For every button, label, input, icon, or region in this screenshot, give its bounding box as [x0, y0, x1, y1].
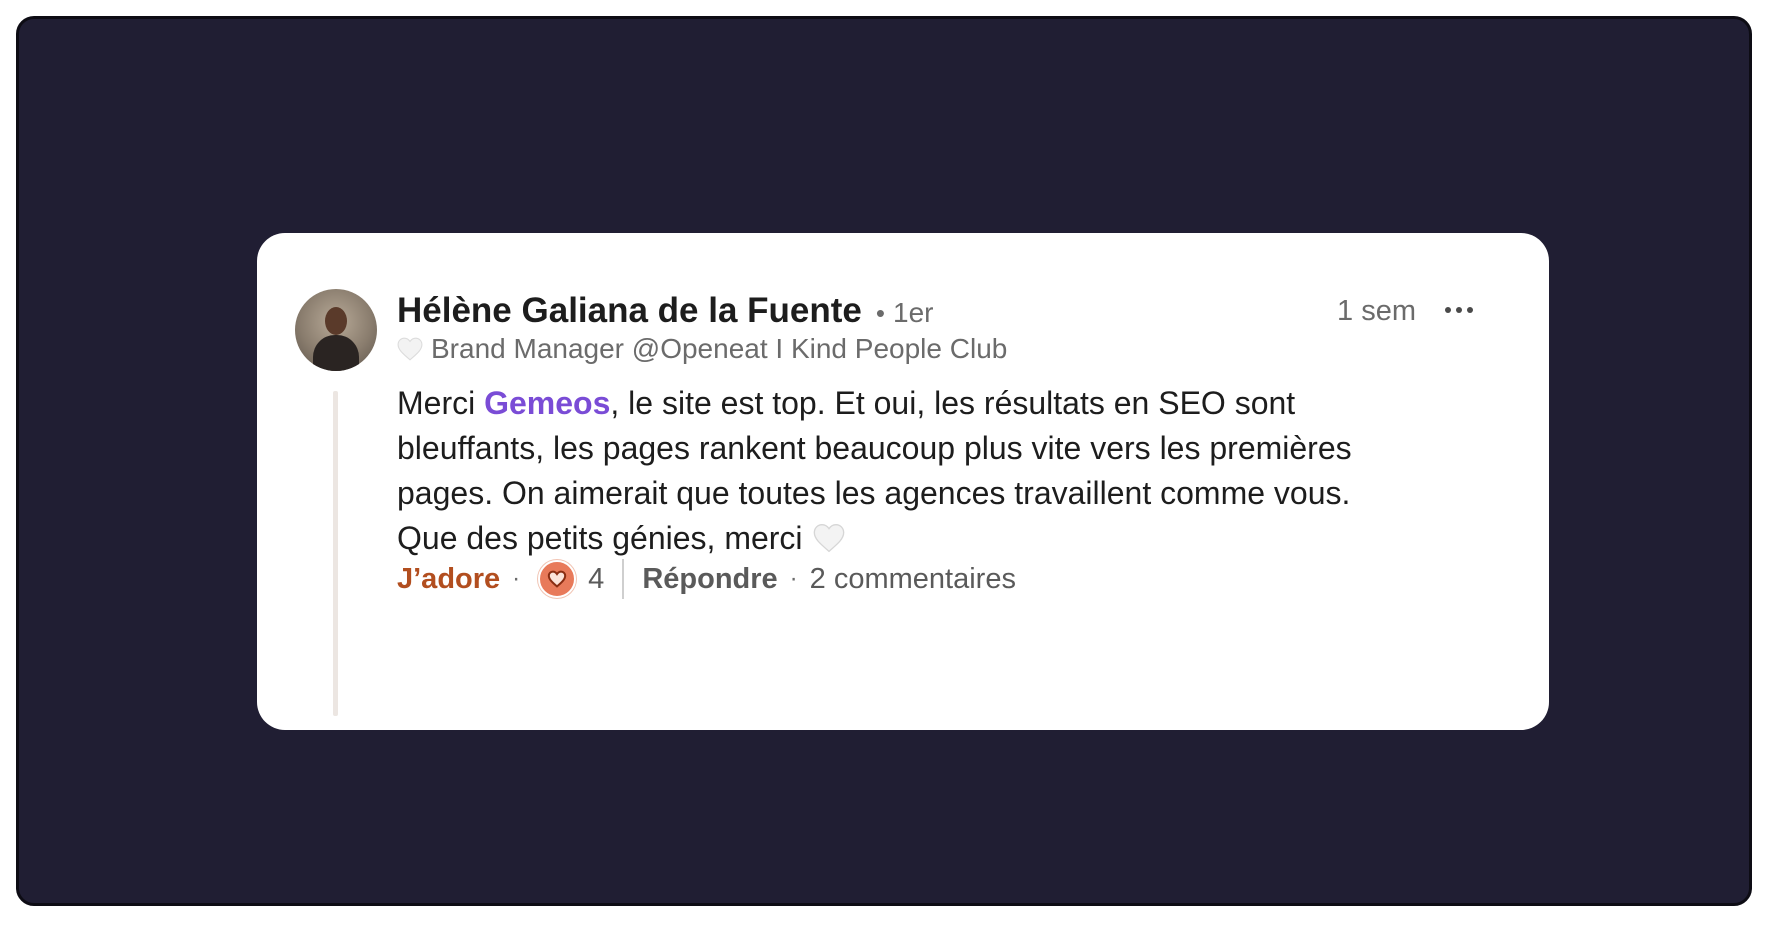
mention-link[interactable]: Gemeos [484, 385, 610, 421]
more-dot-icon [1467, 307, 1473, 313]
avatar-head [325, 307, 347, 335]
avatar[interactable] [295, 289, 377, 371]
comment-body: Merci Gemeos, le site est top. Et oui, l… [397, 381, 1417, 561]
avatar-body [313, 335, 359, 371]
connection-degree: 1er [893, 297, 934, 328]
comment-card: Hélène Galiana de la Fuente • 1er 1 sem … [257, 233, 1549, 730]
comments-count-link[interactable]: 2 commentaires [810, 563, 1016, 596]
action-separator: · [512, 565, 521, 592]
more-options-button[interactable] [1439, 295, 1479, 325]
degree-separator: • [875, 298, 885, 328]
comment-header: Hélène Galiana de la Fuente • 1er [397, 291, 933, 331]
white-heart-emoji-icon [813, 523, 844, 553]
more-dot-icon [1456, 307, 1462, 313]
author-headline: Brand Manager @Openeat I Kind People Clu… [397, 333, 1007, 365]
comment-text-start: Merci [397, 385, 485, 421]
author-name[interactable]: Hélène Galiana de la Fuente [397, 291, 862, 331]
reply-button[interactable]: Répondre [642, 563, 777, 596]
timestamp: 1 sem [1337, 295, 1416, 327]
headline-text: Brand Manager @Openeat I Kind People Clu… [431, 333, 1008, 364]
screenshot-frame: Hélène Galiana de la Fuente • 1er 1 sem … [16, 16, 1752, 906]
thread-line [333, 391, 338, 716]
more-dot-icon [1445, 307, 1451, 313]
action-separator: · [789, 565, 798, 592]
white-heart-icon [397, 337, 423, 361]
love-reaction-icon[interactable] [538, 560, 577, 598]
actions-divider [622, 559, 625, 599]
like-button[interactable]: J’adore [397, 563, 500, 596]
comment-actions: J’adore · 4 Répondre · 2 commentaires [397, 559, 1016, 599]
reaction-count[interactable]: 4 [588, 563, 604, 596]
